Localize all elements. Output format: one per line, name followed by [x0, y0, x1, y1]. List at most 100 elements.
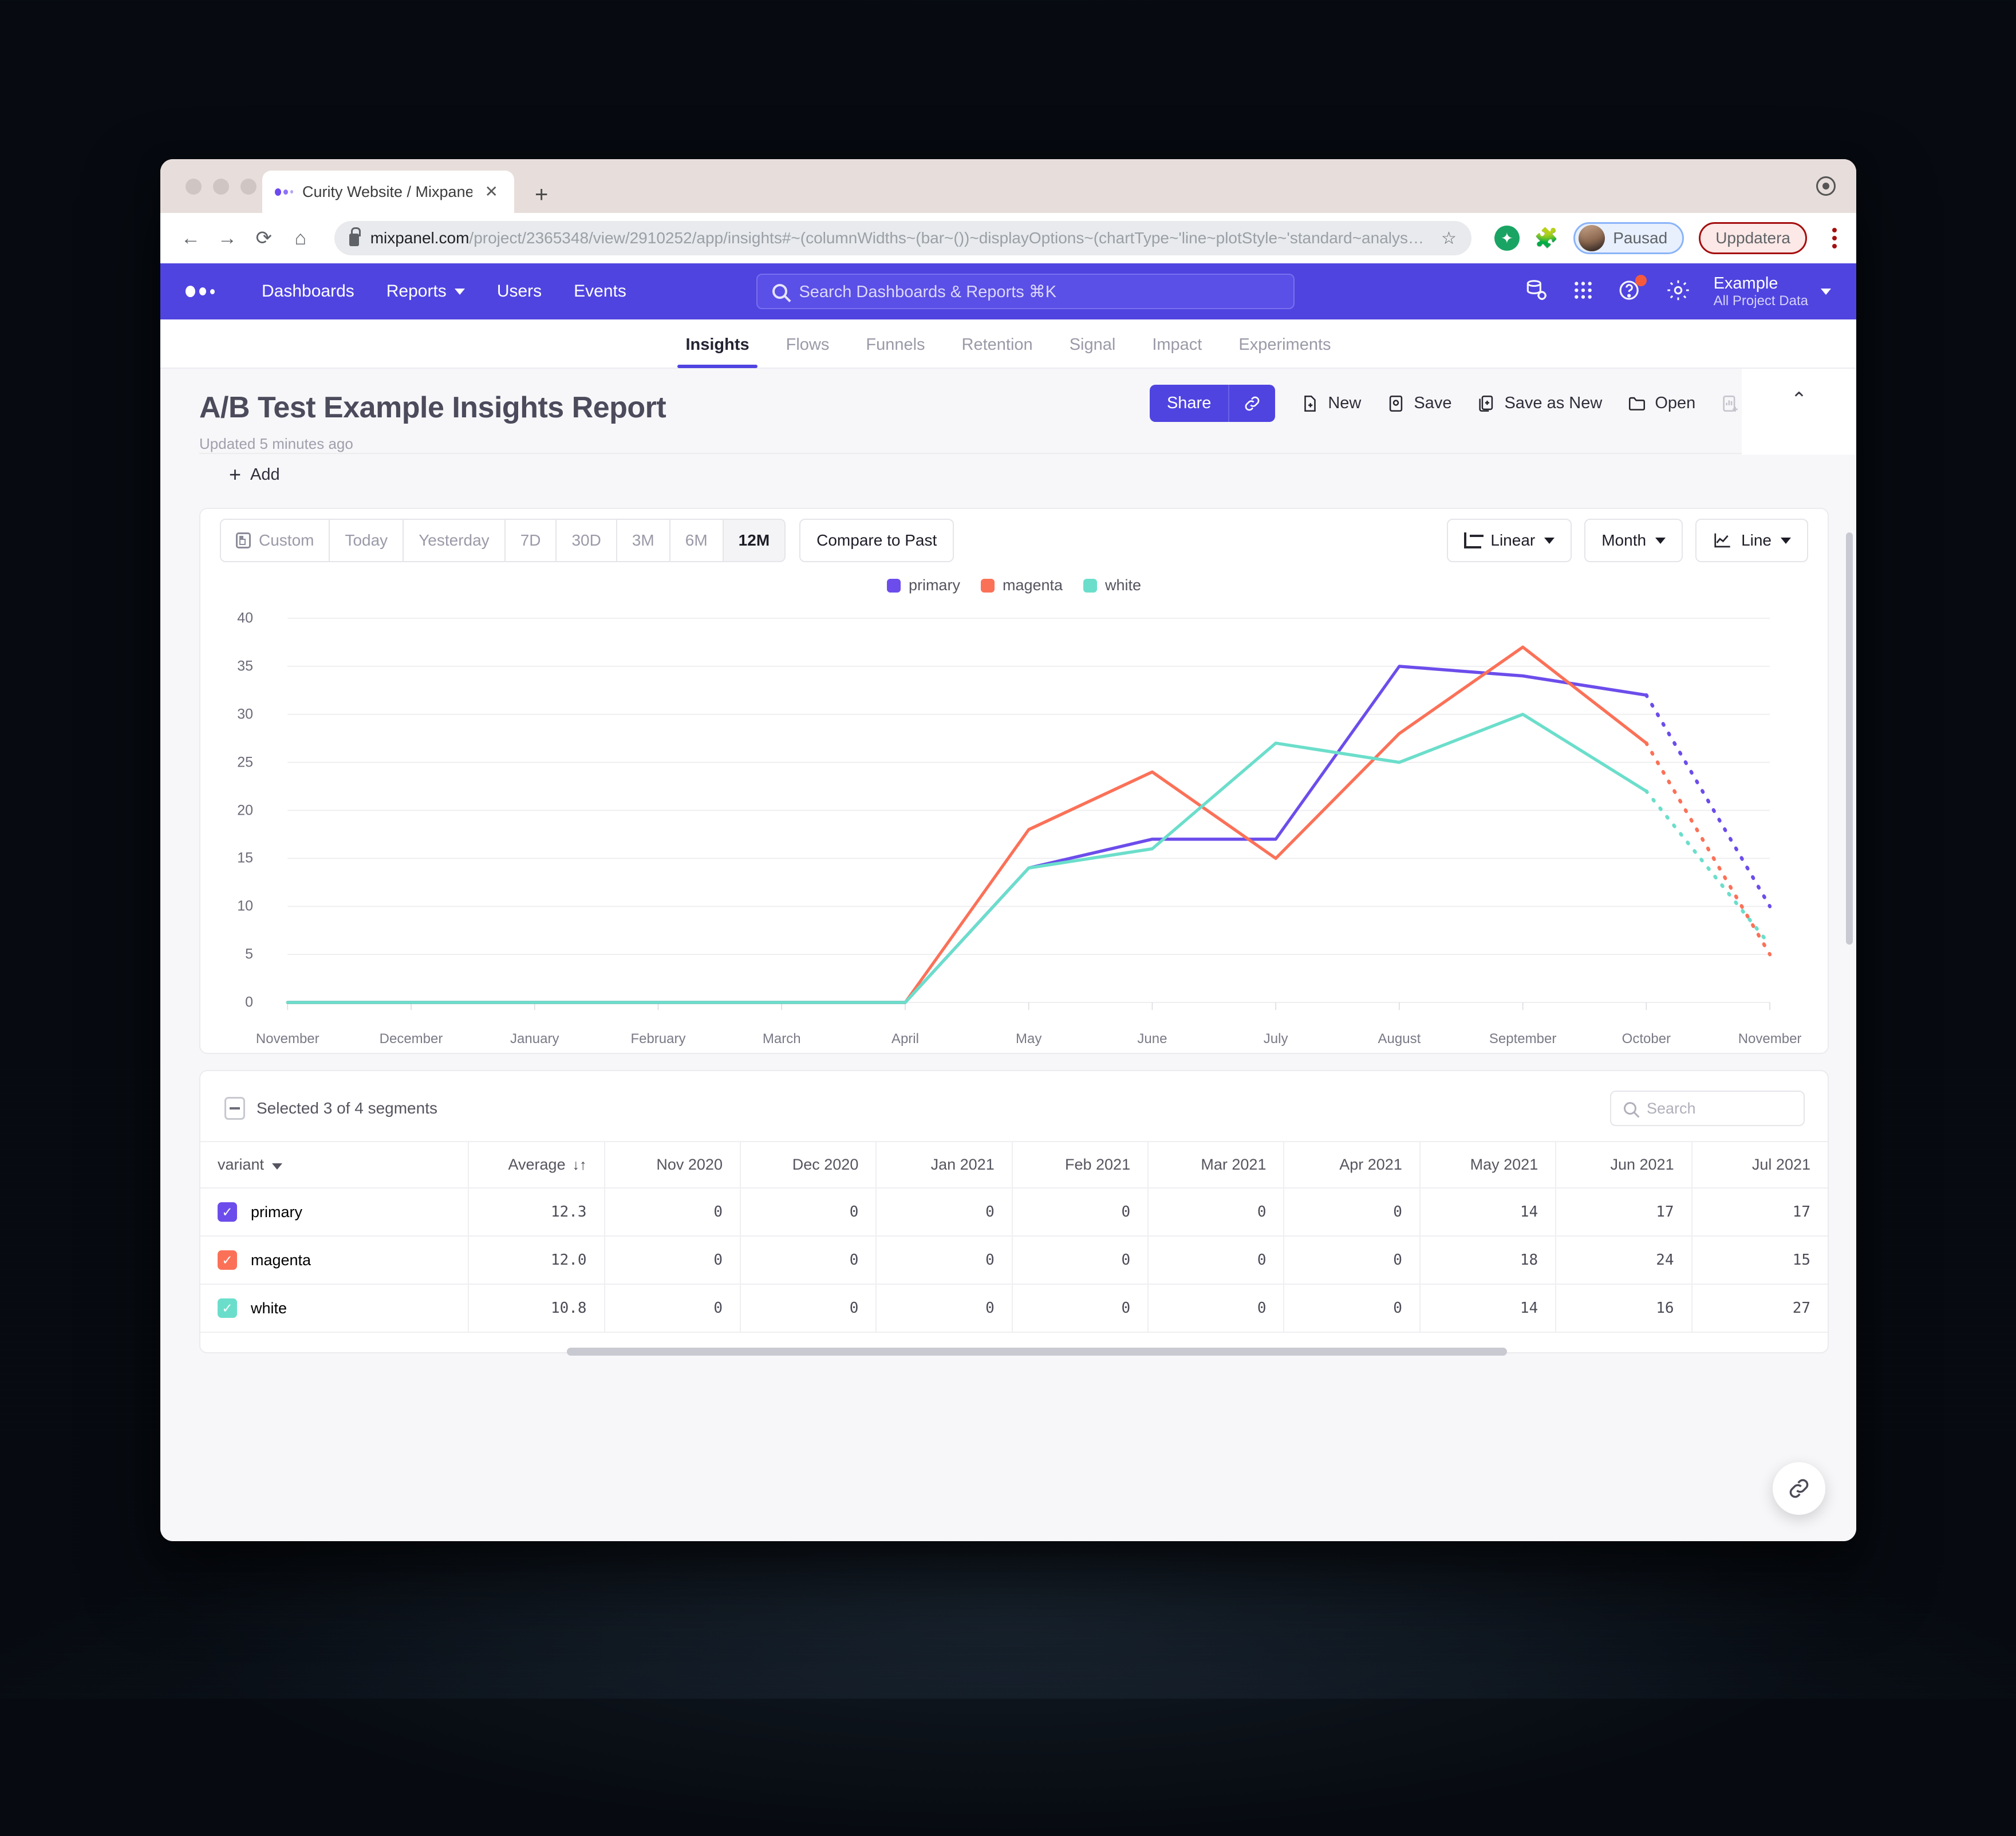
apps-grid-icon[interactable] [1572, 279, 1595, 305]
mixpanel-logo-icon[interactable] [186, 286, 215, 297]
query-builder-bar: + Add [199, 453, 1829, 495]
share-group[interactable]: Share [1149, 385, 1276, 422]
navbar-right-group: Example All Project Data [1524, 274, 1831, 309]
global-search-input[interactable]: Search Dashboards & Reports ⌘K [756, 274, 1295, 309]
settings-gear-icon[interactable] [1666, 278, 1691, 306]
tab-impact[interactable]: Impact [1134, 321, 1220, 367]
x-axis-tick-label: November [255, 1031, 319, 1047]
table-row[interactable]: ✓ magenta 12.0 0 0 0 0 0 0 18 24 15 [200, 1236, 1828, 1285]
row-checkbox[interactable]: ✓ [218, 1250, 237, 1270]
range-12m[interactable]: 12M [723, 520, 785, 561]
copy-link-icon[interactable] [1228, 385, 1276, 422]
report-actions-toolbar: Share New Save Save as New Open [1149, 385, 1805, 422]
tab-funnels[interactable]: Funnels [847, 321, 943, 367]
tab-signal[interactable]: Signal [1051, 321, 1134, 367]
new-tab-button[interactable]: + [535, 183, 548, 206]
column-header-month[interactable]: May 2021 [1419, 1141, 1556, 1189]
mixpanel-app: Dashboards Reports Users Events Search D… [160, 263, 1856, 1541]
new-button[interactable]: New [1288, 386, 1374, 421]
reload-icon[interactable]: ⟳ [253, 223, 275, 253]
range-yesterday[interactable]: Yesterday [404, 520, 506, 561]
minimize-window-button[interactable] [213, 179, 229, 195]
range-6m[interactable]: 6M [670, 520, 724, 561]
row-variant-label: primary [251, 1203, 303, 1221]
extension-green-icon[interactable]: ✦ [1494, 224, 1520, 252]
column-header-month[interactable]: Jan 2021 [875, 1141, 1012, 1189]
row-month-value: 27 [1691, 1284, 1828, 1333]
scale-selector[interactable]: Linear [1447, 519, 1572, 562]
table-row[interactable]: ✓ primary 12.3 0 0 0 0 0 0 14 17 17 [200, 1188, 1828, 1237]
date-range-segmented-control[interactable]: Custom Today Yesterday 7D 30D 3M 6M 12M [220, 519, 786, 562]
chart-type-selector[interactable]: Line [1695, 519, 1808, 562]
column-header-month[interactable]: Mar 2021 [1147, 1141, 1284, 1189]
row-month-value: 0 [1011, 1188, 1149, 1237]
save-as-new-button[interactable]: Save as New [1464, 386, 1615, 421]
range-3m[interactable]: 3M [617, 520, 670, 561]
tab-retention[interactable]: Retention [944, 321, 1051, 367]
range-30d[interactable]: 30D [557, 520, 617, 561]
range-today[interactable]: Today [330, 520, 404, 561]
column-header-month[interactable]: Dec 2020 [739, 1141, 877, 1189]
column-header-month[interactable]: Nov 2020 [603, 1141, 740, 1189]
back-icon[interactable]: ← [180, 223, 202, 253]
interval-selector[interactable]: Month [1584, 519, 1683, 562]
collapse-panel-button[interactable]: ⌃ [1742, 369, 1856, 455]
row-checkbox[interactable]: ✓ [218, 1298, 237, 1318]
bookmark-star-icon[interactable]: ☆ [1441, 228, 1457, 248]
range-custom[interactable]: Custom [221, 520, 330, 561]
legend-item-white[interactable]: white [1083, 577, 1141, 594]
browser-menu-icon[interactable] [1832, 228, 1837, 248]
nav-item-events[interactable]: Events [558, 282, 642, 301]
legend-item-magenta[interactable]: magenta [980, 577, 1063, 594]
help-icon[interactable] [1617, 274, 1647, 306]
close-tab-icon[interactable]: ✕ [482, 184, 502, 200]
profile-button[interactable]: Pausad [1573, 222, 1684, 254]
table-horizontal-scrollbar[interactable] [567, 1348, 1507, 1356]
nav-item-users[interactable]: Users [481, 282, 558, 301]
legend-item-primary[interactable]: primary [886, 577, 960, 594]
tab-strip-record-icon[interactable] [1816, 176, 1836, 196]
table-row[interactable]: ✓ white 10.8 0 0 0 0 0 0 14 16 27 [200, 1284, 1828, 1333]
y-axis-tick-label: 25 [237, 754, 253, 771]
forward-icon[interactable]: → [216, 223, 238, 253]
nav-item-dashboards[interactable]: Dashboards [246, 282, 370, 301]
share-button[interactable]: Share [1149, 385, 1229, 422]
close-window-button[interactable] [186, 179, 202, 195]
home-icon[interactable]: ⌂ [290, 223, 311, 253]
browser-tab[interactable]: Curity Website / Mixpanel ✕ [262, 171, 514, 213]
address-bar[interactable]: mixpanel.com/project/2365348/view/291025… [334, 221, 1471, 255]
tab-flows[interactable]: Flows [768, 321, 848, 367]
tab-insights[interactable]: Insights [667, 321, 767, 368]
lexicon-database-icon[interactable] [1524, 278, 1549, 306]
select-all-checkbox[interactable] [224, 1097, 245, 1120]
nav-item-reports[interactable]: Reports [370, 282, 481, 301]
column-header-month[interactable]: Jul 2021 [1691, 1141, 1828, 1189]
help-notification-badge [1635, 274, 1647, 286]
extensions-puzzle-icon[interactable]: 🧩 [1534, 224, 1559, 252]
compare-to-past-button[interactable]: Compare to Past [799, 519, 954, 562]
maximize-window-button[interactable] [240, 179, 257, 195]
open-button[interactable]: Open [1615, 386, 1708, 421]
column-header-month[interactable]: Jun 2021 [1555, 1141, 1692, 1189]
table-body: ✓ primary 12.3 0 0 0 0 0 0 14 17 17 ✓ magenta 12.0 0 0 0 0… [200, 1188, 1828, 1333]
add-query-button[interactable]: + Add [229, 464, 280, 485]
project-selector[interactable]: Example All Project Data [1714, 274, 1831, 309]
column-header-month[interactable]: Feb 2021 [1011, 1141, 1149, 1189]
column-header-average[interactable]: Average ↓↑ [468, 1141, 605, 1189]
update-button[interactable]: Uppdatera [1699, 222, 1807, 254]
y-axis-tick-label: 15 [237, 850, 253, 866]
row-checkbox[interactable]: ✓ [218, 1202, 237, 1222]
table-search-input[interactable]: Search [1610, 1091, 1805, 1126]
range-7d[interactable]: 7D [506, 520, 557, 561]
share-link-fab[interactable] [1773, 1462, 1825, 1515]
tab-experiments[interactable]: Experiments [1220, 321, 1349, 367]
page-vertical-scrollbar[interactable] [1846, 532, 1853, 945]
x-axis-tick-label: July [1263, 1031, 1288, 1047]
row-month-value: 0 [1011, 1236, 1149, 1285]
save-button[interactable]: Save [1374, 386, 1464, 421]
chart-type-label: Line [1741, 531, 1772, 549]
window-traffic-lights[interactable] [186, 179, 257, 195]
column-header-variant[interactable]: variant [200, 1141, 469, 1189]
x-axis-tick-label: August [1378, 1031, 1421, 1047]
column-header-month[interactable]: Apr 2021 [1283, 1141, 1420, 1189]
